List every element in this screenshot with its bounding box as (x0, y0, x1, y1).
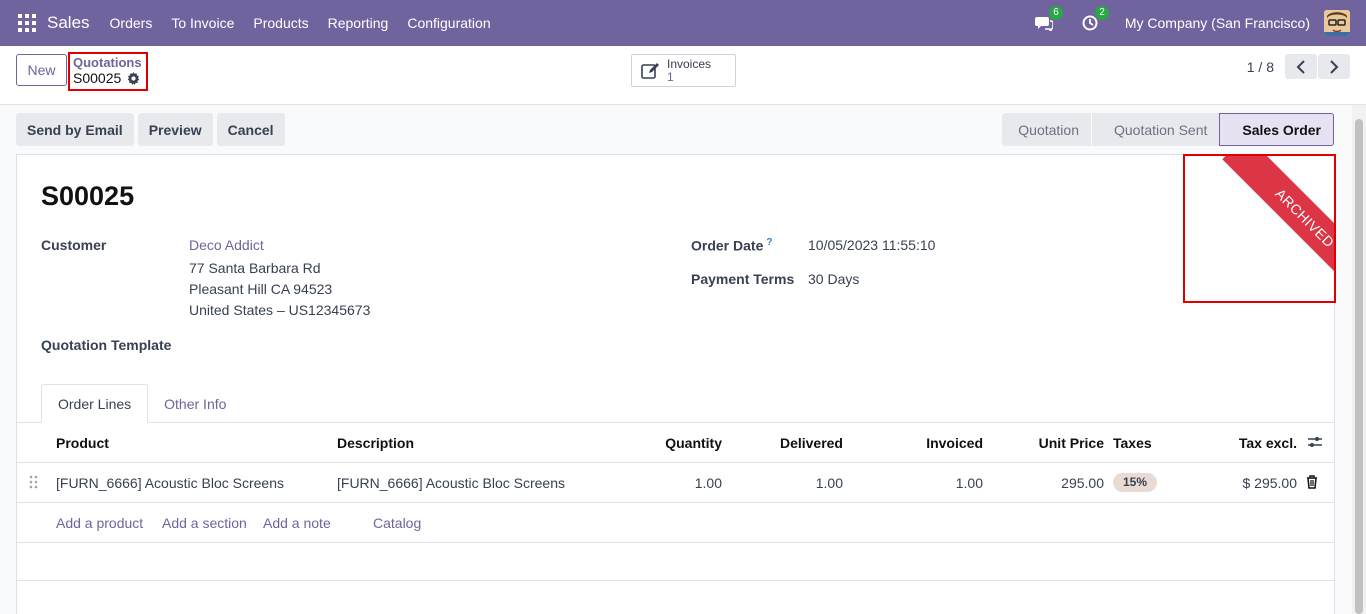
row-tax-badge[interactable]: 15% (1113, 473, 1158, 492)
payment-terms-field[interactable]: 30 Days (808, 271, 859, 287)
stage-sales-order[interactable]: Sales Order (1219, 113, 1334, 146)
order-title: S00025 (41, 181, 135, 211)
pager-next-button[interactable] (1318, 54, 1350, 79)
catalog-link[interactable]: Catalog (373, 515, 421, 531)
edit-icon (641, 62, 661, 80)
customer-address-line2: Pleasant Hill CA 94523 (189, 281, 333, 297)
order-date-label: Order Date? (691, 237, 772, 254)
col-taxes[interactable]: Taxes (1113, 435, 1152, 451)
notebook-tabs: Order Lines Other Info (41, 384, 242, 423)
tab-other-info[interactable]: Other Info (148, 384, 242, 423)
activities-button[interactable]: 2 (1079, 6, 1109, 34)
pager-value[interactable]: 1 / 8 (1247, 59, 1274, 75)
status-bar: Quotation Quotation Sent Sales Order (1002, 113, 1334, 146)
breadcrumb-current: S00025 (73, 70, 144, 86)
customer-address-line3: United States – US12345673 (189, 302, 371, 318)
row-invoiced: 1.00 (955, 475, 983, 491)
app-brand[interactable]: Sales (47, 13, 90, 33)
help-tooltip-icon[interactable]: ? (766, 237, 772, 248)
chevron-left-icon (1296, 59, 1305, 74)
add-line-row: Add a product Add a section Add a note C… (17, 503, 1334, 543)
empty-row (17, 543, 1334, 581)
row-unit-price[interactable]: 295.00 (1007, 475, 1104, 491)
cancel-button[interactable]: Cancel (216, 113, 285, 146)
scrollbar-thumb[interactable] (1355, 119, 1363, 614)
menu-orders[interactable]: Orders (110, 15, 153, 31)
menu-configuration[interactable]: Configuration (407, 15, 490, 31)
column-settings-icon[interactable] (1307, 434, 1323, 453)
quotation-template-label: Quotation Template (41, 337, 172, 353)
order-date-label-text: Order Date (691, 237, 764, 254)
company-switcher[interactable]: My Company (San Francisco) (1125, 15, 1310, 31)
row-quantity[interactable]: 1.00 (617, 475, 722, 491)
breadcrumb: Quotations S00025 (68, 52, 148, 91)
pager: 1 / 8 (1247, 54, 1350, 79)
row-tax-excl: $ 295.00 (1242, 475, 1298, 491)
archived-ribbon-box: ARCHIVED (1183, 154, 1336, 303)
col-invoiced[interactable]: Invoiced (877, 435, 983, 451)
menu-products[interactable]: Products (253, 15, 308, 31)
table-row[interactable]: [FURN_6666] Acoustic Bloc Screens [FURN_… (17, 463, 1334, 503)
col-product[interactable]: Product (56, 435, 109, 451)
clock-icon (1082, 15, 1098, 31)
payment-terms-label: Payment Terms (691, 271, 795, 287)
stage-quotation-sent[interactable]: Quotation Sent (1090, 113, 1220, 146)
tab-order-lines[interactable]: Order Lines (41, 384, 149, 423)
col-delivered[interactable]: Delivered (737, 435, 843, 451)
add-section-link[interactable]: Add a section (162, 515, 247, 531)
order-date-field[interactable]: 10/05/2023 11:55:10 (808, 237, 935, 253)
form-sheet: S00025 Customer Deco Addict 77 Santa Bar… (16, 154, 1336, 614)
customer-label: Customer (41, 237, 107, 253)
send-by-email-button[interactable]: Send by Email (16, 113, 134, 146)
breadcrumb-current-label: S00025 (73, 70, 122, 86)
customer-field[interactable]: Deco Addict (189, 237, 264, 253)
control-panel: New Quotations S00025 Invoices 1 1 / 8 (0, 46, 1366, 105)
add-product-link[interactable]: Add a product (56, 515, 143, 531)
col-description[interactable]: Description (337, 435, 414, 451)
row-delivered[interactable]: 1.00 (737, 475, 843, 491)
top-navbar: Sales Orders To Invoice Products Reporti… (0, 0, 1366, 46)
archived-ribbon: ARCHIVED (1222, 156, 1334, 301)
col-tax-excl[interactable]: Tax excl. (1197, 435, 1297, 451)
activities-badge: 2 (1095, 6, 1109, 20)
new-button[interactable]: New (16, 54, 67, 86)
breadcrumb-quotations[interactable]: Quotations (73, 56, 144, 70)
drag-handle-icon[interactable] (29, 474, 39, 493)
col-unit-price[interactable]: Unit Price (1007, 435, 1104, 451)
menu-reporting[interactable]: Reporting (328, 15, 389, 31)
pager-previous-button[interactable] (1285, 54, 1317, 79)
order-lines-header: Product Description Quantity Delivered I… (17, 423, 1334, 463)
menu-to-invoice[interactable]: To Invoice (171, 15, 234, 31)
chevron-right-icon (1330, 59, 1339, 74)
page-scrollbar[interactable] (1352, 105, 1366, 614)
col-quantity[interactable]: Quantity (617, 435, 722, 451)
row-product[interactable]: [FURN_6666] Acoustic Bloc Screens (56, 475, 284, 491)
messages-badge: 6 (1049, 6, 1063, 20)
invoices-label: Invoices (667, 56, 712, 71)
trash-icon[interactable] (1306, 475, 1318, 492)
stage-quotation[interactable]: Quotation (1002, 113, 1091, 146)
invoices-smart-button[interactable]: Invoices 1 (631, 54, 736, 87)
invoices-count: 1 (667, 69, 674, 84)
gear-icon[interactable] (127, 71, 140, 85)
messages-button[interactable]: 6 (1033, 6, 1063, 34)
row-description[interactable]: [FURN_6666] Acoustic Bloc Screens (337, 475, 565, 491)
apps-grid-icon[interactable] (18, 14, 36, 32)
add-note-link[interactable]: Add a note (263, 515, 331, 531)
preview-button[interactable]: Preview (137, 113, 213, 146)
action-buttons: Send by Email Preview Cancel (16, 113, 289, 146)
user-avatar[interactable] (1324, 10, 1350, 36)
customer-address-line1: 77 Santa Barbara Rd (189, 260, 321, 276)
